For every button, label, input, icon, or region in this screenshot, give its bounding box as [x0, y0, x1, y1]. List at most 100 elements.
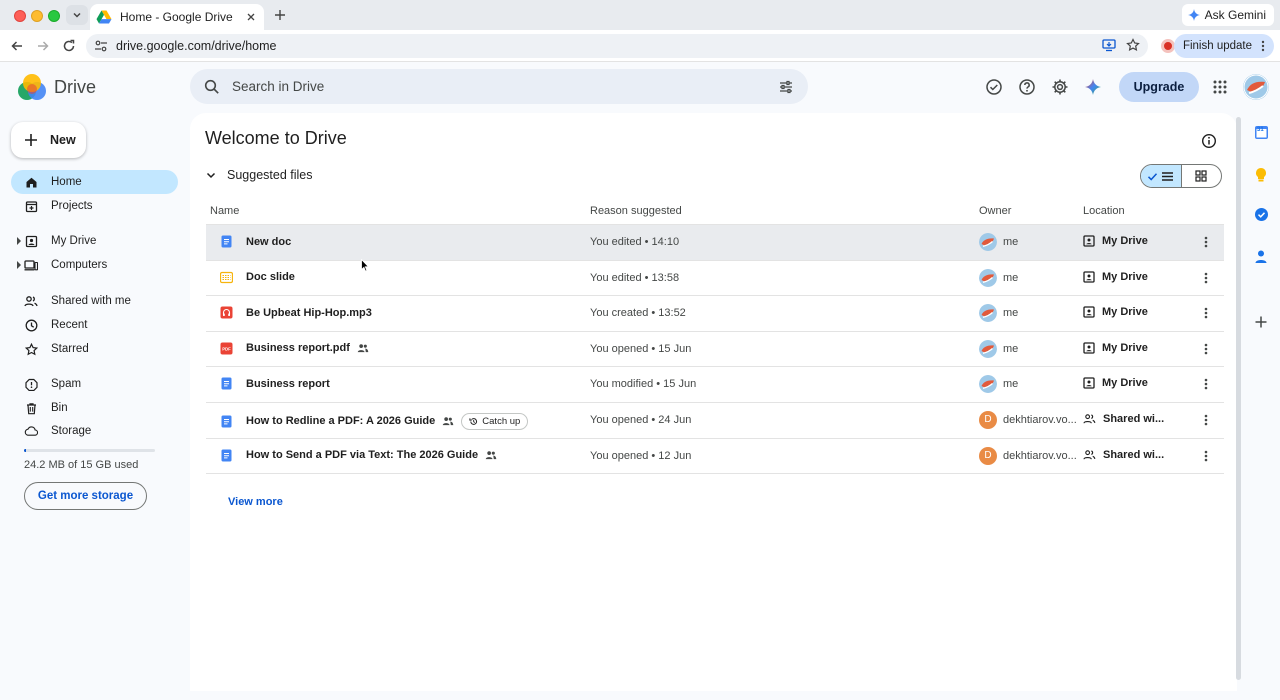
file-name: How to Redline a PDF: A 2026 Guide	[246, 415, 436, 428]
offline-ready-icon[interactable]	[984, 77, 1004, 97]
sidebar-item-recent[interactable]: Recent	[11, 313, 178, 337]
location-cell[interactable]: My Drive	[1083, 342, 1148, 354]
forward-arrow-icon[interactable]	[35, 38, 51, 54]
search-options-icon[interactable]	[778, 79, 794, 95]
finish-update-button[interactable]: Finish update	[1173, 34, 1274, 58]
owner-name: me	[1003, 271, 1019, 284]
tasks-icon[interactable]	[1253, 206, 1269, 222]
sidebar-item-storage[interactable]: Storage	[11, 419, 178, 443]
my-drive-icon	[1083, 342, 1095, 354]
caret-right-icon[interactable]	[16, 261, 22, 269]
more-actions-icon[interactable]	[1199, 413, 1213, 427]
window-minimize-button[interactable]	[31, 10, 43, 22]
sidebar-item-my-drive[interactable]: My Drive	[11, 229, 178, 253]
caret-right-icon[interactable]	[16, 237, 22, 245]
location-cell[interactable]: Shared wi...	[1083, 413, 1164, 425]
close-icon[interactable]	[244, 10, 258, 24]
install-app-icon[interactable]	[1102, 38, 1116, 52]
more-actions-icon[interactable]	[1199, 306, 1213, 320]
location-cell[interactable]: My Drive	[1083, 377, 1148, 389]
window-close-button[interactable]	[14, 10, 26, 22]
table-row[interactable]: How to Redline a PDF: A 2026 Guide Catch …	[206, 403, 1224, 439]
app-name: Drive	[54, 76, 97, 97]
reload-icon[interactable]	[61, 38, 77, 54]
add-addon-icon[interactable]	[1253, 314, 1269, 330]
more-actions-icon[interactable]	[1199, 449, 1213, 463]
sidebar-item-home[interactable]: Home	[11, 170, 178, 194]
drive-logo[interactable]: Drive	[18, 74, 96, 100]
address-bar[interactable]: drive.google.com/drive/home	[86, 34, 1148, 58]
table-row[interactable]: How to Send a PDF via Text: The 2026 Gui…	[206, 439, 1224, 475]
location-cell[interactable]: My Drive	[1083, 271, 1148, 283]
search-input[interactable]	[232, 79, 778, 94]
settings-gear-icon[interactable]	[1050, 77, 1070, 97]
account-avatar[interactable]	[1243, 74, 1269, 100]
owner-cell: me	[979, 268, 1019, 287]
view-toggle	[1140, 164, 1222, 188]
window-zoom-button[interactable]	[48, 10, 60, 22]
sidebar-item-spam[interactable]: Spam	[11, 372, 178, 396]
reason-suggested: You opened • 12 Jun	[590, 449, 692, 462]
more-actions-icon[interactable]	[1199, 377, 1213, 391]
my-drive-icon	[1083, 377, 1095, 390]
sidebar-item-starred[interactable]: Starred	[11, 337, 178, 361]
calendar-icon[interactable]: 31	[1253, 124, 1269, 140]
check-icon	[1148, 172, 1158, 181]
new-button[interactable]: New	[11, 122, 86, 158]
table-row[interactable]: PDF Business report.pdf You opened • 15 Ju…	[206, 332, 1224, 368]
view-more-link[interactable]: View more	[228, 496, 283, 508]
more-actions-icon[interactable]	[1199, 342, 1213, 356]
list-view-button[interactable]	[1141, 165, 1182, 187]
browser-tab[interactable]: Home - Google Drive	[90, 4, 264, 30]
section-title: Suggested files	[227, 168, 313, 182]
keep-icon[interactable]	[1253, 166, 1269, 182]
gemini-sparkle-icon	[1187, 9, 1200, 21]
sidebar-item-projects[interactable]: Projects	[11, 194, 178, 218]
owner-avatar	[979, 339, 997, 358]
search-bar[interactable]	[190, 69, 808, 104]
back-arrow-icon[interactable]	[9, 38, 25, 54]
search-icon[interactable]	[204, 79, 220, 95]
sidebar-item-shared-with-me[interactable]: Shared with me	[11, 289, 178, 313]
get-more-storage-button[interactable]: Get more storage	[24, 482, 147, 510]
location-cell[interactable]: Shared wi...	[1083, 449, 1164, 461]
table-row[interactable]: New doc You edited • 14:10 me My Drive	[206, 225, 1224, 261]
ask-gemini-button[interactable]: Ask Gemini	[1181, 4, 1274, 26]
owner-cell: Ddekhtiarov.vo...	[979, 446, 1077, 465]
reason-suggested: You edited • 13:58	[590, 271, 680, 284]
site-settings-icon[interactable]	[94, 39, 108, 53]
apps-grid-icon[interactable]	[1212, 79, 1228, 95]
column-header-name[interactable]: Name	[210, 205, 239, 217]
doc-file-icon	[220, 449, 233, 462]
gemini-sparkle-icon[interactable]	[1083, 77, 1103, 97]
help-icon[interactable]	[1017, 77, 1037, 97]
grid-view-button[interactable]	[1182, 165, 1222, 187]
upgrade-button[interactable]: Upgrade	[1119, 72, 1199, 102]
catch-up-chip[interactable]: Catch up	[461, 412, 529, 430]
location-cell[interactable]: My Drive	[1083, 306, 1148, 318]
page-title: Welcome to Drive	[205, 128, 347, 148]
table-row[interactable]: Business report You modified • 15 Jun me My…	[206, 367, 1224, 403]
contacts-icon[interactable]	[1253, 248, 1269, 264]
sidebar-item-bin[interactable]: Bin	[11, 396, 178, 420]
table-row[interactable]: Be Upbeat Hip-Hop.mp3 You created • 13:52…	[206, 296, 1224, 332]
owner-avatar	[979, 304, 997, 323]
more-actions-icon[interactable]	[1199, 271, 1213, 285]
doc-file-icon	[220, 377, 233, 390]
location-cell[interactable]: My Drive	[1083, 235, 1148, 247]
sidebar-item-computers[interactable]: Computers	[11, 253, 178, 277]
suggested-files-toggle[interactable]: Suggested files	[205, 168, 312, 182]
owner-name: dekhtiarov.vo...	[1003, 413, 1077, 426]
bookmark-star-icon[interactable]	[1126, 38, 1140, 52]
tab-search-button[interactable]	[66, 5, 88, 25]
more-actions-icon[interactable]	[1199, 235, 1213, 249]
more-vert-icon	[1261, 40, 1265, 52]
scrollbar[interactable]	[1236, 117, 1241, 680]
owner-name: me	[1003, 307, 1019, 320]
info-icon[interactable]	[1201, 133, 1217, 149]
table-row[interactable]: Doc slide You edited • 13:58 me My Drive	[206, 261, 1224, 297]
profile-extension-icon[interactable]	[1161, 39, 1175, 53]
column-header-reason: Reason suggested	[590, 205, 682, 217]
new-tab-icon[interactable]	[272, 7, 288, 23]
calendar-day: 31	[1257, 127, 1264, 133]
